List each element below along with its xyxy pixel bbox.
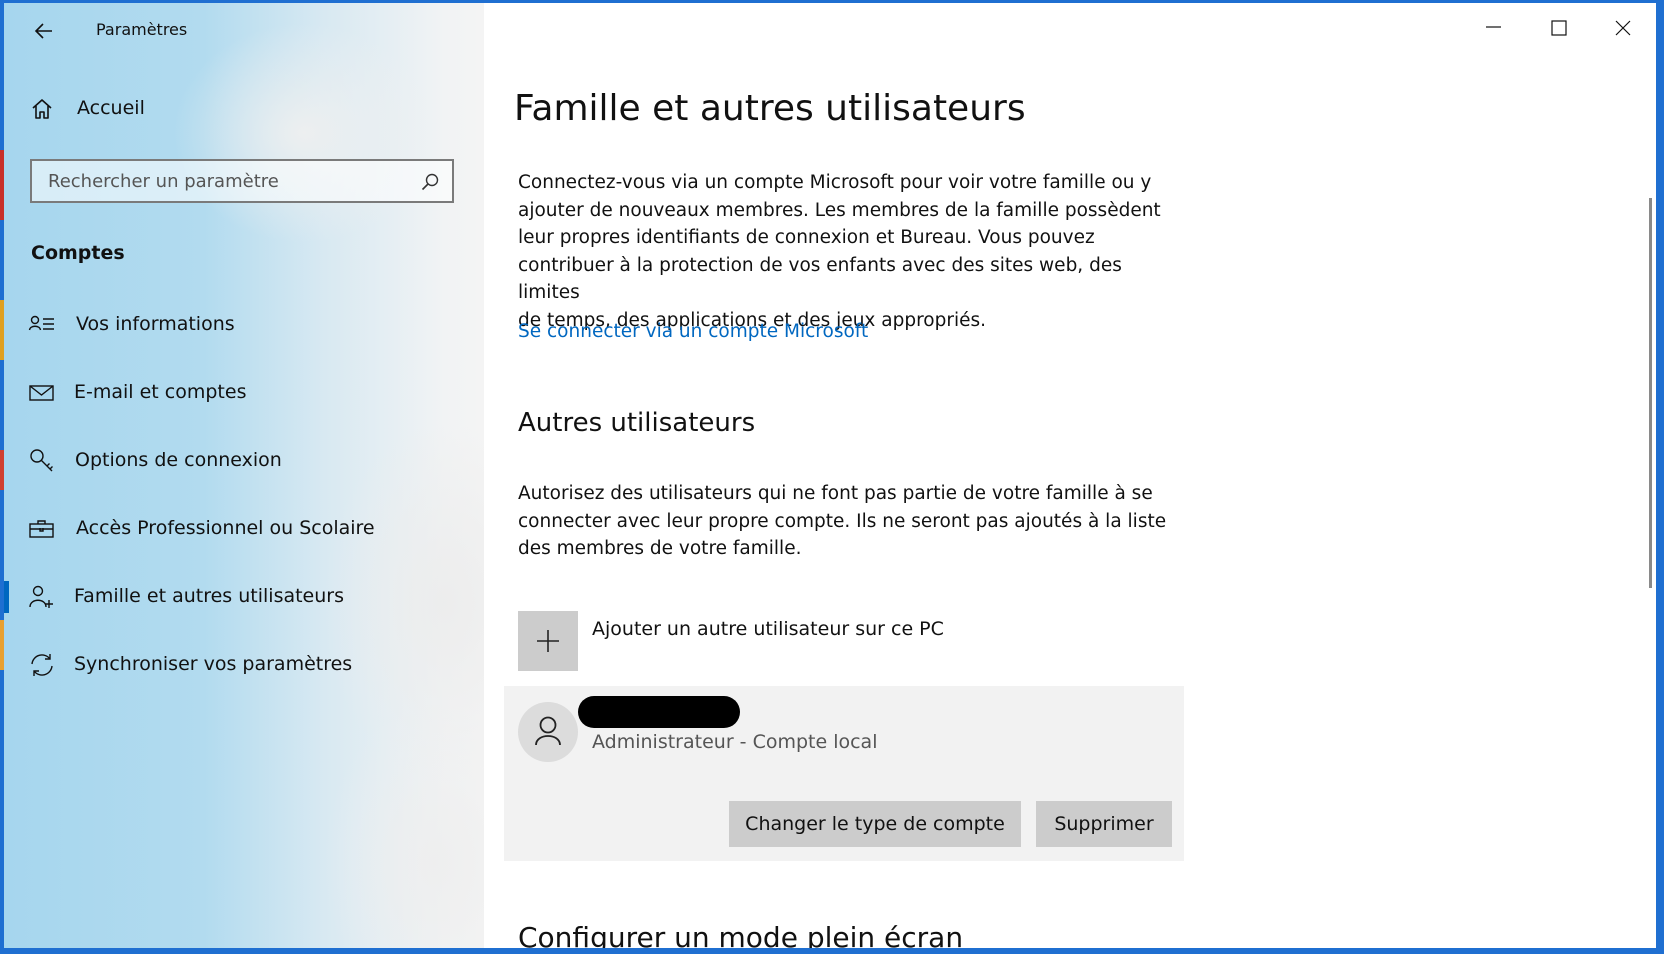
other-users-description-line: Autorisez des utilisateurs qui ne font p… xyxy=(518,483,1153,504)
user-role: Administrateur - Compte local xyxy=(592,731,878,753)
remove-user-button[interactable]: Supprimer xyxy=(1036,801,1172,847)
key-icon xyxy=(30,449,53,472)
sidebar-item-label: Options de connexion xyxy=(75,449,282,471)
add-user-label: Ajouter un autre utilisateur sur ce PC xyxy=(592,618,944,640)
minimize-button[interactable] xyxy=(1460,3,1526,53)
change-account-type-button[interactable]: Changer le type de compte xyxy=(729,801,1021,847)
sidebar-item-famille[interactable]: Famille et autres utilisateurs xyxy=(4,569,484,625)
page-title: Famille et autres utilisateurs xyxy=(514,88,1026,129)
family-description-line: leur propres identifiants de connexion e… xyxy=(518,227,1095,248)
mail-icon xyxy=(29,385,54,401)
kiosk-mode-heading: Configurer un mode plein écran xyxy=(518,921,964,948)
search-icon[interactable] xyxy=(420,172,440,192)
main-content: Famille et autres utilisateurs Connectez… xyxy=(484,3,1656,948)
other-users-description-line: des membres de votre famille. xyxy=(518,538,802,559)
sidebar-item-acces-professionnel[interactable]: Accès Professionnel ou Scolaire xyxy=(4,501,484,557)
user-card[interactable]: Administrateur - Compte local Changer le… xyxy=(504,686,1184,861)
sidebar: Paramètres Accueil Comptes Vos informati… xyxy=(4,3,484,948)
close-button[interactable] xyxy=(1590,3,1656,53)
avatar xyxy=(518,702,578,762)
user-add-icon xyxy=(29,585,53,608)
family-description-line: Connectez-vous via un compte Microsoft p… xyxy=(518,172,1152,193)
briefcase-icon xyxy=(29,520,54,538)
sidebar-item-label: Famille et autres utilisateurs xyxy=(74,585,344,607)
search-input[interactable] xyxy=(32,161,444,201)
sidebar-item-options-connexion[interactable]: Options de connexion xyxy=(4,433,484,489)
close-icon xyxy=(1615,20,1631,36)
scrollbar[interactable] xyxy=(1649,198,1652,588)
plus-icon xyxy=(537,630,559,652)
back-arrow-icon xyxy=(34,23,52,39)
family-description-line: contribuer à la protection de vos enfant… xyxy=(518,254,1122,304)
sidebar-item-label: Synchroniser vos paramètres xyxy=(74,653,353,675)
app-title: Paramètres xyxy=(96,20,188,39)
add-tile xyxy=(518,611,578,671)
minimize-icon xyxy=(1486,26,1501,28)
window-controls xyxy=(1456,3,1656,53)
user-name-redacted xyxy=(578,696,740,728)
sidebar-item-label: Vos informations xyxy=(76,313,235,335)
user-info-icon xyxy=(28,315,54,331)
home-icon xyxy=(32,99,52,119)
nav-home-label: Accueil xyxy=(77,97,145,119)
maximize-button[interactable] xyxy=(1526,3,1592,53)
person-icon xyxy=(535,716,561,746)
sidebar-item-label: Accès Professionnel ou Scolaire xyxy=(76,517,375,539)
family-description-line: ajouter de nouveaux membres. Les membres… xyxy=(518,199,1161,221)
sidebar-item-email[interactable]: E-mail et comptes xyxy=(4,365,484,421)
sync-icon xyxy=(31,654,53,676)
sidebar-item-label: E-mail et comptes xyxy=(74,381,247,403)
other-users-heading: Autres utilisateurs xyxy=(518,408,756,438)
family-description: Connectez-vous via un compte Microsoft p… xyxy=(518,169,1178,334)
settings-window: Paramètres Accueil Comptes Vos informati… xyxy=(4,3,1656,948)
sidebar-item-vos-informations[interactable]: Vos informations xyxy=(4,297,484,353)
microsoft-signin-link[interactable]: Se connecter via un compte Microsoft xyxy=(518,321,868,342)
search-box[interactable] xyxy=(30,159,454,203)
nav-home[interactable]: Accueil xyxy=(4,81,484,137)
back-button[interactable] xyxy=(26,15,62,47)
maximize-icon xyxy=(1551,20,1567,36)
other-users-description: Autorisez des utilisateurs qui ne font p… xyxy=(518,480,1178,563)
other-users-description-line: connecter avec leur propre compte. Ils n… xyxy=(518,510,1167,532)
section-title: Comptes xyxy=(31,242,125,264)
sidebar-item-synchroniser[interactable]: Synchroniser vos paramètres xyxy=(4,637,484,693)
add-user-button[interactable]: Ajouter un autre utilisateur sur ce PC xyxy=(518,611,1158,671)
